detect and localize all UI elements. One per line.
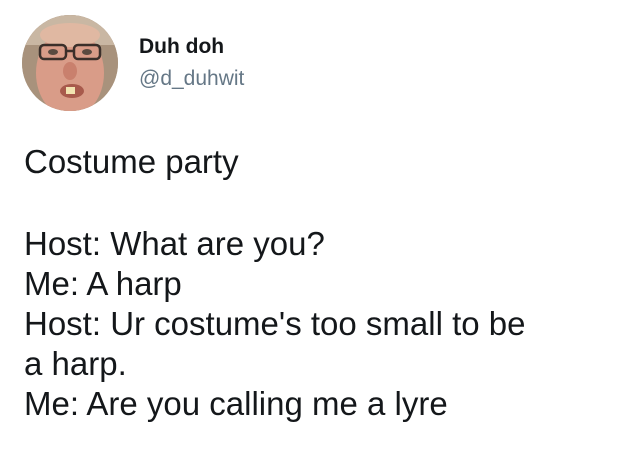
tweet-text: Costume party Host: What are you? Me: A … [24, 142, 624, 424]
dialogue-line: Me: A harp [24, 265, 182, 302]
dialogue-line: Me: Are you calling me a lyre [24, 385, 448, 422]
display-name[interactable]: Duh doh [139, 35, 224, 59]
dialogue-line: Host: Ur costume's too small to be [24, 305, 526, 342]
line-spacer [24, 182, 624, 224]
dialogue-line: Host: What are you? [24, 225, 325, 262]
user-avatar-photo-icon [22, 15, 118, 111]
tweet-title-line: Costume party [24, 143, 239, 180]
tweet-card: Duh doh @d_duhwit Costume party Host: Wh… [0, 0, 640, 473]
dialogue-line: a harp. [24, 345, 127, 382]
user-handle[interactable]: @d_duhwit [139, 67, 244, 91]
avatar[interactable] [22, 15, 118, 111]
